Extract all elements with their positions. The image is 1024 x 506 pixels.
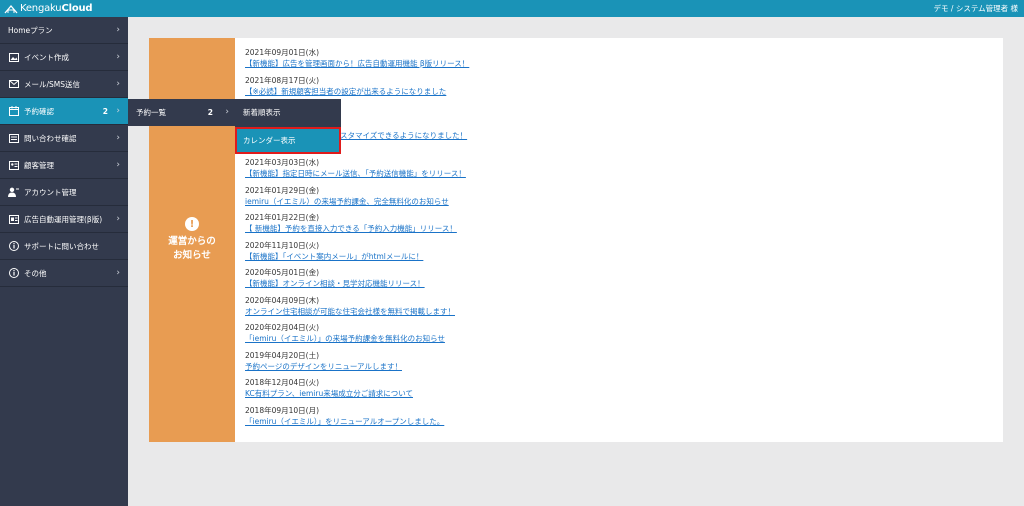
count-badge: 2 <box>207 108 213 117</box>
info-icon <box>8 241 19 252</box>
chevron-right-icon: › <box>225 107 229 117</box>
sidebar-item-mail-sms[interactable]: メール/SMS送信 › <box>0 71 128 98</box>
logo[interactable]: KengakuCloud <box>4 1 93 16</box>
user-label[interactable]: デモ / システム管理者 様 <box>934 3 1018 14</box>
news-date: 2018年09月10日(月) <box>245 405 320 415</box>
news-date: 2020年05月01日(金) <box>245 268 320 277</box>
calendar-icon <box>8 106 19 117</box>
sidebar-item-label: その他 <box>24 268 47 278</box>
sidebar-item-label: イベント作成 <box>24 52 69 62</box>
logo-text: KengakuCloud <box>20 3 93 14</box>
news-date: 2021年09月01日(水) <box>245 48 320 57</box>
sidebar-item-accounts[interactable]: アカウント管理 <box>0 179 128 206</box>
news-link[interactable]: 【新機能】オンライン相談・見学対応機能リリース！ <box>245 279 425 288</box>
notice-title-line1: 運営からの <box>168 236 216 247</box>
list-item: 2020年04月09日(木) オンライン住宅相談が可能な住宅会社様を無料で掲載しま… <box>245 295 985 323</box>
logo-prefix: Kengaku <box>20 3 62 14</box>
news-link[interactable]: iemiru（イエミル）の来場予約課金、完全無料化のお知らせ <box>245 197 449 206</box>
sidebar-item-label: 広告自動運用管理(β版) <box>24 214 103 224</box>
sidebar-item-reservations[interactable]: 予約確認 2 › <box>0 98 128 125</box>
sidebar-item-label: サポートに問い合わせ <box>24 241 99 251</box>
list-item: スタマイズできるようになりました！ <box>245 130 985 158</box>
exclamation-icon: ! <box>185 217 199 231</box>
news-date: 2021年03月03日(水) <box>245 158 320 167</box>
news-date: 2021年01月29日(金) <box>245 185 320 195</box>
menu-item-calendar-view[interactable]: カレンダー表示 <box>235 127 341 154</box>
sidebar-item-customers[interactable]: 顧客管理 › <box>0 152 128 179</box>
news-date: 2020年04月09日(木) <box>245 295 320 305</box>
sidebar-item-label: 顧客管理 <box>24 160 54 170</box>
list-item <box>245 102 985 130</box>
news-date: 2021年08月17日(火) <box>245 75 320 85</box>
news-date: 2018年12月04日(火) <box>245 378 320 387</box>
sidebar-item-event-create[interactable]: イベント作成 › <box>0 44 128 71</box>
chevron-right-icon: › <box>116 133 120 143</box>
ad-icon <box>8 214 19 225</box>
sidebar-item-label: アカウント管理 <box>24 187 77 197</box>
chevron-right-icon: › <box>116 214 120 224</box>
id-card-icon <box>8 160 19 171</box>
sidebar-item-support[interactable]: サポートに問い合わせ <box>0 233 128 260</box>
chevron-right-icon: › <box>116 79 120 89</box>
news-link[interactable]: 【 新機能】予約を直接入力できる「予約入力機能」リリース！ <box>245 224 457 233</box>
chevron-right-icon: › <box>116 268 120 278</box>
user-icon <box>8 187 19 198</box>
sidebar-item-inquiries[interactable]: 問い合わせ確認 › <box>0 125 128 152</box>
news-link[interactable]: 予約ページのデザインをリニューアルします！ <box>245 362 402 371</box>
chevron-right-icon: › <box>116 106 120 116</box>
notice-title: 運営からの お知らせ <box>168 235 216 263</box>
list-item: 2020年05月01日(金) 【新機能】オンライン相談・見学対応機能リリース！ <box>245 267 985 295</box>
list-item: 2021年09月01日(水) 【新機能】広告を管理画面から！広告自動運用機能 β版… <box>245 47 985 75</box>
chevron-right-icon: › <box>116 25 120 35</box>
sidebar-item-label: 問い合わせ確認 <box>24 133 77 143</box>
news-link[interactable]: 【新機能】指定日時にメール送信、「予約送信機能」をリリース！ <box>245 169 466 178</box>
news-link[interactable]: 【新機能】「イベント案内メール」がhtmlメールに！ <box>245 252 423 261</box>
list-item: 2021年08月17日(火) 【※必読】新規顧客担当者の設定が出来るようになりまし… <box>245 75 985 103</box>
sidebar-item-label: 予約確認 <box>24 106 54 116</box>
logo-suffix: Cloud <box>61 3 93 14</box>
list-item: 2019年04月20日(土) 予約ページのデザインをリニューアルします！ <box>245 350 985 378</box>
notice-title-line2: お知らせ <box>173 250 211 261</box>
submenu-item-label: 予約一覧 <box>136 108 166 117</box>
news-link[interactable]: 【※必読】新規顧客担当者の設定が出来るようになりました <box>245 87 446 96</box>
submenu-reservation-list[interactable]: 予約一覧 2 › <box>128 99 235 126</box>
news-link[interactable]: 【新機能】広告を管理画面から！広告自動運用機能 β版リリース！ <box>245 59 469 68</box>
sidebar-item-home-plan[interactable]: Homeプラン › <box>0 17 128 44</box>
image-icon <box>8 52 19 63</box>
info-icon <box>8 268 19 279</box>
news-date: 2020年11月10日(火) <box>245 240 320 250</box>
list-item: 2018年12月04日(火) KC有料プラン、iemiru来場成立分ご請求について <box>245 377 985 405</box>
news-date: 2019年04月20日(土) <box>245 350 320 360</box>
chevron-right-icon: › <box>116 52 120 62</box>
mail-icon <box>8 79 19 90</box>
list-item: 2020年02月04日(火) 「iemiru（イエミル）」の来場予約課金を無料化の… <box>245 322 985 350</box>
news-list: 2021年09月01日(水) 【新機能】広告を管理画面から！広告自動運用機能 β版… <box>245 47 985 432</box>
list-item: 2021年03月03日(水) 【新機能】指定日時にメール送信、「予約送信機能」をリ… <box>245 157 985 185</box>
news-date: 2021年01月22日(金) <box>245 213 320 222</box>
news-link[interactable]: 「iemiru（イエミル）」をリニューアルオープンしました。 <box>245 417 444 426</box>
inbox-icon <box>8 133 19 144</box>
news-link[interactable]: 「iemiru（イエミル）」の来場予約課金を無料化のお知らせ <box>245 334 445 343</box>
sidebar-item-label: メール/SMS送信 <box>24 79 81 89</box>
house-icon <box>4 4 18 13</box>
list-item: 2018年09月10日(月) 「iemiru（イエミル）」をリニューアルオープンし… <box>245 405 985 433</box>
news-link[interactable]: オンライン住宅相談が可能な住宅会社様を無料で掲載します！ <box>245 307 455 316</box>
chevron-right-icon: › <box>116 160 120 170</box>
menu-item-newest-first[interactable]: 新着順表示 <box>235 99 341 126</box>
sidebar-item-label: Homeプラン <box>8 25 53 35</box>
list-item: 2021年01月29日(金) iemiru（イエミル）の来場予約課金、完全無料化の… <box>245 185 985 213</box>
list-item: 2021年01月22日(金) 【 新機能】予約を直接入力できる「予約入力機能」リリ… <box>245 212 985 240</box>
sidebar-item-ad-automation[interactable]: 広告自動運用管理(β版) › <box>0 206 128 233</box>
count-badge: 2 <box>102 107 108 116</box>
top-bar: KengakuCloud デモ / システム管理者 様 <box>0 0 1024 17</box>
news-date: 2020年02月04日(火) <box>245 323 320 332</box>
sidebar: Homeプラン › イベント作成 › メール/SMS送信 › 予約確認 2 › … <box>0 17 128 506</box>
news-link[interactable]: KC有料プラン、iemiru来場成立分ご請求について <box>245 389 413 398</box>
sidebar-item-other[interactable]: その他 › <box>0 260 128 287</box>
list-item: 2020年11月10日(火) 【新機能】「イベント案内メール」がhtmlメールに！ <box>245 240 985 268</box>
submenu-display-options: 新着順表示 カレンダー表示 <box>235 99 341 154</box>
